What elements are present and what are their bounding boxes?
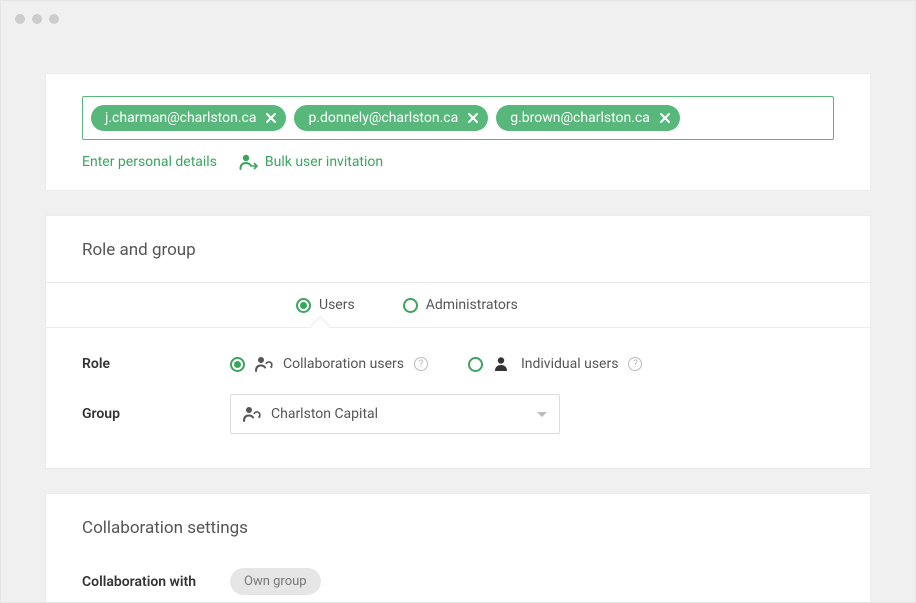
role-option-individual[interactable]: Individual users ? [468,356,642,372]
collaboration-with-row: Collaboration with Own group [46,568,870,595]
email-chip: j.charman@charlston.ca [91,105,286,131]
bulk-user-invitation-link[interactable]: Bulk user invitation [239,154,383,170]
tab-users[interactable]: Users [296,297,355,313]
email-chip-text: j.charman@charlston.ca [105,110,256,126]
window-frame: j.charman@charlston.ca p.donnely@charlst… [0,0,916,603]
remove-chip-icon[interactable] [658,111,672,125]
tab-active-pointer [310,316,330,336]
role-and-group-card: Role and group Users Administrators Role [45,215,871,469]
collaboration-users-icon [255,356,273,372]
own-group-label: Own group [244,574,307,589]
email-chip-text: p.donnely@charlston.ca [308,110,458,126]
role-group-tabs: Users Administrators [46,282,870,328]
tab-users-label: Users [319,297,355,313]
invite-emails-card: j.charman@charlston.ca p.donnely@charlst… [45,73,871,191]
content-scroll-area: j.charman@charlston.ca p.donnely@charlst… [1,37,915,602]
radio-unselected-icon [468,357,483,372]
email-chip: p.donnely@charlston.ca [294,105,488,131]
window-titlebar [1,1,915,37]
own-group-toggle[interactable]: Own group [230,568,321,595]
role-options: Collaboration users ? Individual users [230,356,642,372]
role-row: Role Collaboration users [46,356,870,372]
tab-administrators[interactable]: Administrators [403,297,518,313]
email-chip-text: g.brown@charlston.ca [510,110,650,126]
window-dot [49,14,59,24]
radio-unselected-icon [403,298,418,313]
help-icon[interactable]: ? [628,357,642,371]
remove-chip-icon[interactable] [466,111,480,125]
remove-chip-icon[interactable] [264,111,278,125]
group-row: Group Charlston Capital [46,394,870,434]
role-individual-label: Individual users [521,356,618,372]
radio-selected-icon [230,357,245,372]
collaboration-settings-title: Collaboration settings [46,494,870,560]
email-chip: g.brown@charlston.ca [496,105,680,131]
group-label: Group [82,406,230,422]
help-icon[interactable]: ? [414,357,428,371]
invite-links-row: Enter personal details Bulk user invitat… [82,154,834,170]
role-and-group-title: Role and group [46,216,870,282]
group-select[interactable]: Charlston Capital [230,394,560,434]
bulk-invite-label: Bulk user invitation [265,154,383,170]
chevron-down-icon [537,412,547,417]
individual-users-icon [493,356,511,372]
enter-personal-details-link[interactable]: Enter personal details [82,154,217,170]
radio-selected-icon [296,298,311,313]
group-selected-value: Charlston Capital [271,406,378,422]
collaboration-settings-card: Collaboration settings Collaboration wit… [45,493,871,602]
group-icon [243,406,261,422]
window-dot [15,14,25,24]
bulk-invite-icon [239,154,259,170]
role-label: Role [82,356,230,372]
window-dot [32,14,42,24]
tab-admins-label: Administrators [426,297,518,313]
collaboration-with-label: Collaboration with [82,574,230,590]
invite-email-input[interactable]: j.charman@charlston.ca p.donnely@charlst… [82,96,834,140]
role-option-collaboration[interactable]: Collaboration users ? [230,356,428,372]
role-collab-label: Collaboration users [283,356,404,372]
